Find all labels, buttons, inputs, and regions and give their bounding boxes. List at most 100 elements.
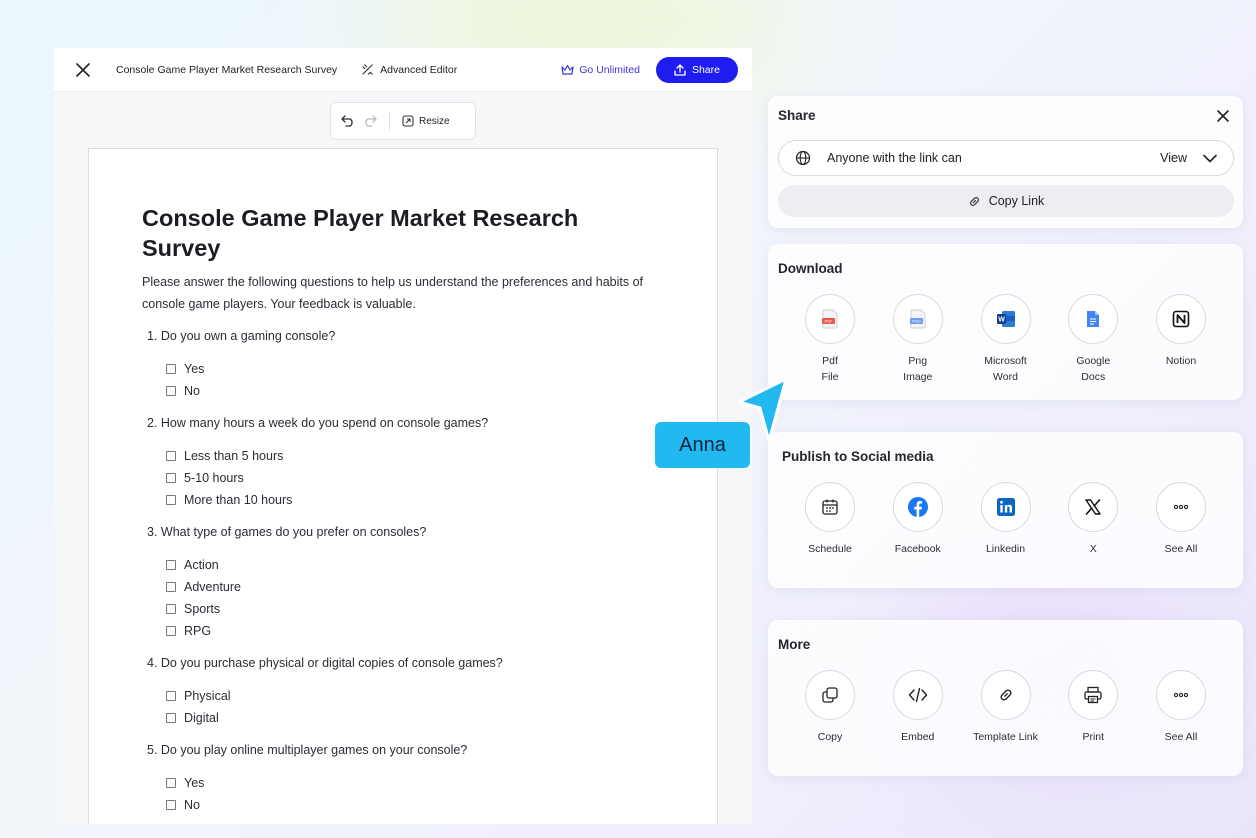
document-page: Console Game Player Market Research Surv… [88,148,718,824]
redo-icon[interactable] [363,115,377,127]
undo-icon[interactable] [341,115,355,127]
close-icon [76,62,90,77]
google-docs-icon [1087,311,1100,327]
item-label: See All [1164,731,1198,743]
item-label: Notion [1165,355,1197,367]
link-access-select[interactable]: Anyone with the link can View [778,140,1234,176]
more-icon [1173,504,1189,510]
option-label: Yes [184,776,205,790]
option-item[interactable]: Action [166,554,665,576]
option-item[interactable]: More than 10 hours [166,489,665,511]
question-block: 3. What type of games do you prefer on c… [142,523,665,642]
item-label: Copy [817,731,843,743]
download-notion-button[interactable]: Notion [1146,294,1216,385]
close-icon[interactable] [1215,108,1231,124]
copy-icon [822,687,838,703]
copy-link-button[interactable]: Copy Link [778,185,1234,217]
svg-text:W: W [998,317,1005,324]
access-value: View [1160,151,1187,165]
download-pdf-button[interactable]: PDF Pdf File [795,294,865,385]
collaborator-name-tag: Anna [655,422,750,468]
download-word-button[interactable]: W Microsoft Word [971,294,1041,385]
x-icon [1085,499,1101,515]
checkbox[interactable] [166,778,176,788]
download-panel-title: Download [778,261,843,276]
word-icon: W [996,311,1015,327]
editor-topbar: Console Game Player Market Research Surv… [54,48,752,92]
embed-button[interactable]: Embed [883,670,953,745]
option-item[interactable]: Adventure [166,576,665,598]
more-icon [1173,692,1189,698]
item-label: Print [1082,731,1105,743]
question-block: 1. Do you own a gaming console? Yes No [142,327,665,402]
checkbox[interactable] [166,473,176,483]
download-google-docs-button[interactable]: Google Docs [1058,294,1128,385]
link-icon [1000,689,1011,701]
question-text: 4. Do you purchase physical or digital c… [147,656,503,670]
item-label: Embed [901,731,935,743]
see-all-more-button[interactable]: See All [1146,670,1216,745]
checkbox[interactable] [166,582,176,592]
item-label: Docs [1081,371,1106,383]
item-label: Template Link [973,731,1038,743]
option-item[interactable]: Sports [166,598,665,620]
png-icon: PNG [909,309,926,329]
option-item[interactable]: Less than 5 hours [166,445,665,467]
option-label: Digital [184,711,219,725]
schedule-button[interactable]: Schedule [795,482,865,557]
checkbox[interactable] [166,604,176,614]
option-item[interactable]: Yes [166,772,665,794]
svg-text:PDF: PDF [825,319,834,324]
checkbox[interactable] [166,800,176,810]
option-item[interactable]: Yes [166,358,665,380]
checkbox[interactable] [166,560,176,570]
calendar-icon [822,499,838,515]
checkbox[interactable] [166,691,176,701]
checkbox[interactable] [166,713,176,723]
checkbox[interactable] [166,451,176,461]
printer-icon [1084,686,1102,704]
question-text: 5. Do you play online multiplayer games … [147,743,468,757]
checkbox[interactable] [166,495,176,505]
option-label: 5-10 hours [184,471,244,485]
pdf-icon: PDF [822,309,838,329]
option-item[interactable]: 5-10 hours [166,467,665,489]
toolbar-divider [389,112,390,130]
x-button[interactable]: X [1058,482,1128,557]
option-item[interactable]: No [166,380,665,402]
copy-button[interactable]: Copy [795,670,865,745]
option-label: Physical [184,689,231,703]
linkedin-button[interactable]: Linkedin [971,482,1041,557]
download-png-button[interactable]: PNG Png Image [883,294,953,385]
survey-title: Console Game Player Market Research Surv… [142,205,579,261]
editor-toolbar: Resize [330,102,476,140]
advanced-editor-label: Advanced Editor [380,63,458,76]
option-label: Action [184,558,219,572]
access-text: Anyone with the link can [827,151,962,165]
more-panel-title: More [778,637,811,652]
checkbox[interactable] [166,386,176,396]
close-editor-button[interactable] [68,55,98,85]
checkbox[interactable] [166,626,176,636]
option-item[interactable]: Digital [166,707,665,729]
option-item[interactable]: Physical [166,685,665,707]
go-unlimited-link[interactable]: Go Unlimited [561,64,640,76]
item-label: Microsoft [984,355,1027,367]
resize-label: Resize [419,115,450,127]
option-item[interactable]: RPG [166,620,665,642]
item-label: X [1089,543,1097,555]
share-panel: Share Anyone with the link can View Copy… [768,96,1243,228]
resize-button[interactable]: Resize [402,115,450,127]
survey-intro: Please answer the following questions to… [142,275,644,311]
see-all-social-button[interactable]: See All [1146,482,1216,557]
checkbox[interactable] [166,364,176,374]
share-button[interactable]: Share [655,56,738,83]
option-label: Less than 5 hours [184,449,284,463]
option-item[interactable]: No [166,794,665,816]
template-link-button[interactable]: Template Link [971,670,1041,745]
facebook-button[interactable]: Facebook [883,482,953,557]
advanced-editor-button[interactable]: Advanced Editor [361,63,457,76]
share-panel-title: Share [778,108,816,123]
collaborator-name: Anna [679,433,726,456]
print-button[interactable]: Print [1058,670,1128,745]
